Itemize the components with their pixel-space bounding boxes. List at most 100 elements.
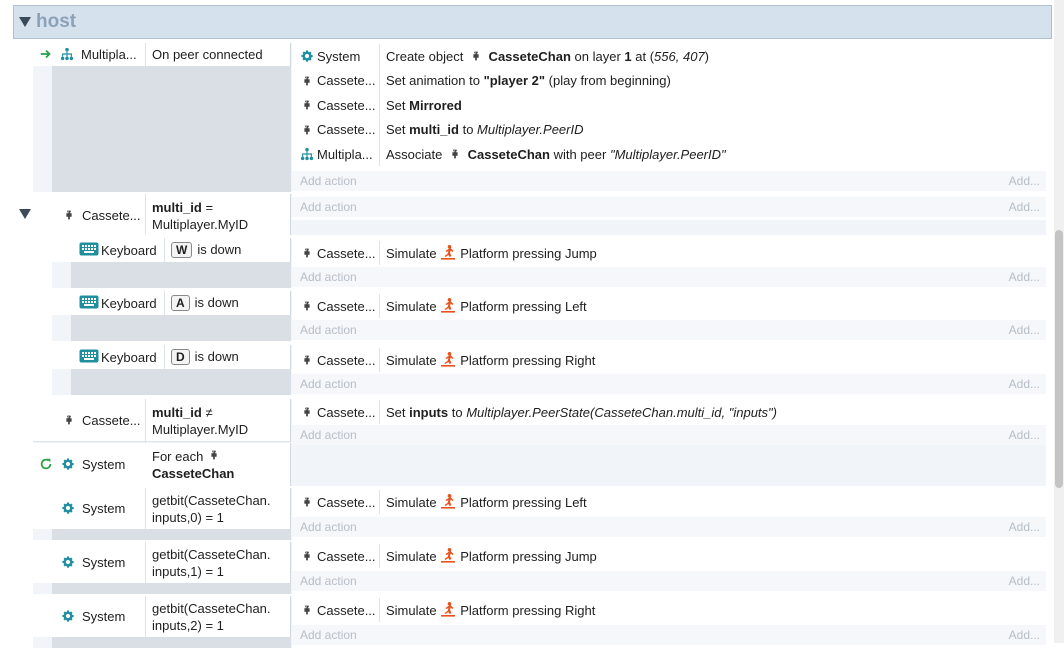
add-action-row[interactable]: Add action Add...	[292, 625, 1046, 645]
add-action-row[interactable]: Add action Add...	[292, 171, 1046, 191]
cassetechan-sprite-icon	[66, 415, 72, 425]
condition-row[interactable]: System getbit(CasseteChan. inputs,0) = 1	[33, 488, 291, 529]
condition-row[interactable]: Multiplа... On peer connected	[33, 43, 291, 66]
add-action-row[interactable]: Add action Add...	[292, 425, 1046, 445]
action-row[interactable]: Cassete... Simulate Platform pressing Rig…	[292, 348, 1046, 372]
action-row[interactable]: Cassete... Simulate Platform pressing Jum…	[292, 241, 1046, 265]
add-action-link[interactable]: Add action	[300, 270, 357, 284]
action-row[interactable]: Cassete... Simulate Platform pressing Jum…	[292, 544, 1046, 568]
condition-expression-line1: getbit(CasseteChan.	[152, 493, 271, 508]
keyboard-icon	[79, 295, 99, 309]
action-description: Simulate Platform pressing Right	[386, 598, 1042, 622]
action-object: Cassete...	[292, 348, 380, 372]
action-object: Cassete...	[292, 400, 380, 424]
add-more-link[interactable]: Add...	[1009, 628, 1040, 642]
trigger-arrow-icon	[40, 49, 51, 59]
add-action-link[interactable]: Add action	[300, 323, 357, 337]
sub-event-block[interactable]: Keyboard Dis down Cassete... Simulate Platf…	[52, 345, 1046, 395]
event-block[interactable]: Cassete... multi_id = Multiplayer.MyID A…	[33, 194, 1046, 235]
action-text-part: "Multiplayer.PeerID"	[609, 146, 726, 162]
action-text-part: Set animation to	[386, 73, 484, 88]
condition-object: Keyboard	[101, 243, 157, 258]
action-row[interactable]: Multipla... Associate CasseteChan with pe…	[292, 142, 1046, 166]
sub-event-block[interactable]: Keyboard Ais down Cassete... Simulate Platf…	[52, 291, 1046, 341]
gear-icon	[62, 502, 74, 514]
event-block[interactable]: Cassete... multi_id ≠ Multiplayer.MyID S…	[33, 399, 1046, 486]
collapse-triangle-icon[interactable]	[19, 17, 31, 27]
event-block[interactable]: Multiplа... On peer connected Add action…	[33, 43, 1046, 192]
add-action-link[interactable]: Add action	[300, 574, 357, 588]
action-object-name: Cassete...	[317, 548, 376, 564]
add-more-link[interactable]: Add...	[1009, 520, 1040, 534]
action-description: Simulate Platform pressing Jump	[386, 544, 1042, 568]
condition-row[interactable]: Cassete... multi_id ≠ Multiplayer.MyID	[33, 399, 291, 485]
action-text-part: CasseteChan	[463, 146, 550, 162]
add-more-link[interactable]: Add...	[1009, 270, 1040, 284]
add-more-link[interactable]: Add...	[1009, 428, 1040, 442]
add-action-row[interactable]: Add action Add...	[292, 197, 1046, 217]
condition-object: System	[82, 501, 126, 516]
multiplayer-icon-wrap	[60, 47, 74, 64]
condition-row[interactable]: Keyboard Ais down	[52, 291, 291, 315]
action-row[interactable]: System Create object CasseteChan on layer…	[292, 44, 1046, 68]
add-action-row[interactable]: Add action Add...	[292, 571, 1046, 591]
action-text-part: "player 2"	[483, 73, 546, 88]
condition-value: Multiplayer.MyID	[152, 422, 249, 437]
keyboard-icon-wrap	[79, 295, 99, 312]
action-text-part: (play from beginning)	[545, 73, 671, 88]
platform-behavior-icon	[441, 548, 456, 563]
condition-row-foreach[interactable]: System For each CasseteChan	[33, 443, 291, 486]
action-object: Multipla...	[292, 142, 380, 166]
event-block[interactable]: System getbit(CasseteChan. inputs,2) = 1 Ca…	[33, 596, 1046, 648]
action-row[interactable]: Cassete... Set inputs to Multiplayer.Peer…	[292, 400, 1046, 424]
add-action-row[interactable]: Add action Add...	[292, 267, 1046, 287]
add-action-link[interactable]: Add action	[300, 200, 357, 214]
multiplayer-icon	[60, 47, 74, 61]
add-action-row[interactable]: Add action Add...	[292, 320, 1046, 340]
scrollbar-thumb[interactable]	[1055, 230, 1063, 488]
condition-row[interactable]: Keyboard Wis down	[52, 238, 291, 262]
multiplayer-icon	[300, 147, 314, 161]
action-object-name: Cassete...	[317, 73, 376, 88]
action-row[interactable]: Cassete... Simulate Platform pressing Lef…	[292, 294, 1046, 318]
keyboard-icon-wrap	[79, 349, 99, 366]
condition-object: Keyboard	[101, 350, 157, 365]
action-row[interactable]: Cassete... Simulate Platform pressing Lef…	[292, 490, 1046, 514]
action-row[interactable]: Cassete... Simulate Platform pressing Rig…	[292, 598, 1046, 622]
condition-row[interactable]: Cassete... multi_id = Multiplayer.MyID	[33, 194, 291, 235]
action-row[interactable]: Cassete... Set multi_id to Multiplayer.Pe…	[292, 117, 1046, 142]
keyboard-icon-wrap	[79, 242, 99, 259]
condition-expression-line2: inputs,2) = 1	[152, 618, 224, 633]
cassetechan-sprite-icon	[304, 551, 310, 561]
action-row[interactable]: Cassete... Set Mirrored	[292, 93, 1046, 117]
add-action-link[interactable]: Add action	[300, 174, 357, 188]
action-text-part: 1	[624, 48, 632, 64]
action-row[interactable]: Cassete... Set animation to "player 2" (p…	[292, 68, 1046, 93]
add-action-row[interactable]: Add action Add...	[292, 517, 1046, 537]
condition-row[interactable]: Keyboard Dis down	[52, 345, 291, 369]
condition-row[interactable]: System getbit(CasseteChan. inputs,2) = 1	[33, 596, 291, 637]
action-text-part: to	[458, 122, 478, 137]
action-behavior: Platform	[460, 298, 509, 314]
action-text-part: Multiplayer.PeerID	[477, 122, 584, 137]
add-action-link[interactable]: Add action	[300, 377, 357, 391]
action-text-part: to	[448, 404, 467, 420]
actions-panel: Add action Add... System Create object Ca…	[292, 43, 1046, 192]
add-more-link[interactable]: Add...	[1009, 174, 1040, 188]
group-header-host[interactable]: host	[13, 5, 1052, 39]
add-more-link[interactable]: Add...	[1009, 377, 1040, 391]
action-description: Associate CasseteChan with peer "Multipl…	[386, 142, 1042, 166]
add-action-link[interactable]: Add action	[300, 628, 357, 642]
add-action-link[interactable]: Add action	[300, 520, 357, 534]
add-action-link[interactable]: Add action	[300, 428, 357, 442]
event-block[interactable]: System getbit(CasseteChan. inputs,0) = 1 Ca…	[33, 488, 1046, 540]
add-more-link[interactable]: Add...	[1009, 200, 1040, 214]
add-action-row[interactable]: Add action Add...	[292, 374, 1046, 394]
collapse-triangle-icon[interactable]	[19, 209, 31, 219]
condition-text: is down	[194, 349, 239, 364]
event-block[interactable]: System getbit(CasseteChan. inputs,1) = 1 Ca…	[33, 542, 1046, 594]
condition-row[interactable]: System getbit(CasseteChan. inputs,1) = 1	[33, 542, 291, 583]
add-more-link[interactable]: Add...	[1009, 323, 1040, 337]
add-more-link[interactable]: Add...	[1009, 574, 1040, 588]
sub-event-block[interactable]: Keyboard Wis down Cassete... Simulate Platf…	[52, 238, 1046, 288]
